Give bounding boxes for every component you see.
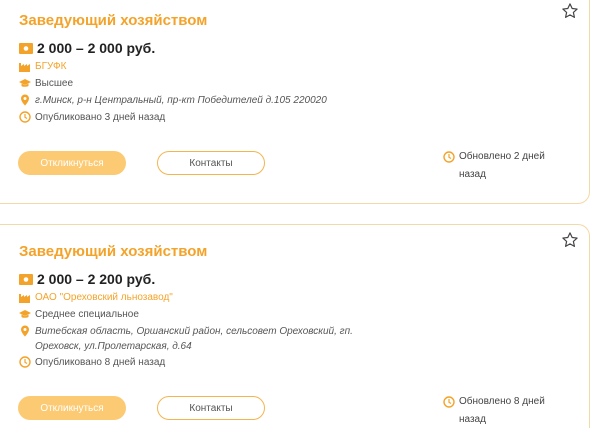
education-row: Высшее xyxy=(19,76,73,91)
updated-time: Обновлено 8 дней назад xyxy=(459,396,545,425)
respond-button[interactable]: Откликнуться xyxy=(18,396,126,420)
employer-link[interactable]: ОАО "Ореховский льнозавод" xyxy=(35,290,173,305)
address: г.Минск, р-н Центральный, пр-кт Победите… xyxy=(35,95,327,106)
money-icon xyxy=(19,273,33,285)
star-icon[interactable] xyxy=(561,2,579,20)
star-icon[interactable] xyxy=(561,231,579,249)
education-row: Среднее специальное xyxy=(19,307,139,322)
updated-time: Обновлено 2 дней назад xyxy=(459,151,545,180)
published-time: Опубликовано 3 дней назад xyxy=(35,112,166,123)
education: Среднее специальное xyxy=(35,309,139,320)
employer-row: БГУФК xyxy=(19,59,66,74)
graduation-cap-icon xyxy=(19,310,31,318)
vacancy-title[interactable]: Заведующий хозяйством xyxy=(19,12,207,29)
updated-info: Обновлено 8 дней назад xyxy=(443,393,559,428)
salary-row: 2 000 – 2 200 руб. xyxy=(19,271,155,287)
address: Витебская область, Оршанский район, сель… xyxy=(35,326,353,352)
factory-icon xyxy=(19,63,30,72)
employer-link[interactable]: БГУФК xyxy=(35,59,66,74)
clock-icon xyxy=(443,396,455,408)
vacancy-card: Заведующий хозяйством 2 000 – 2 000 руб.… xyxy=(0,0,590,204)
updated-info: Обновлено 2 дней назад xyxy=(443,148,559,184)
clock-icon xyxy=(19,111,31,123)
contacts-button[interactable]: Контакты xyxy=(157,396,265,420)
location-pin-icon xyxy=(21,94,29,106)
salary-row: 2 000 – 2 000 руб. xyxy=(19,40,155,56)
salary: 2 000 – 2 200 руб. xyxy=(37,271,156,287)
address-row: Витебская область, Оршанский район, сель… xyxy=(19,324,375,354)
published-time: Опубликовано 8 дней назад xyxy=(35,357,166,368)
vacancy-card: Заведующий хозяйством 2 000 – 2 200 руб.… xyxy=(0,224,590,428)
published-row: Опубликовано 3 дней назад xyxy=(19,110,165,125)
published-row: Опубликовано 8 дней назад xyxy=(19,355,165,370)
vacancy-title[interactable]: Заведующий хозяйством xyxy=(19,243,207,260)
salary: 2 000 – 2 000 руб. xyxy=(37,40,156,56)
contacts-button[interactable]: Контакты xyxy=(157,151,265,175)
clock-icon xyxy=(19,356,31,368)
employer-row: ОАО "Ореховский льнозавод" xyxy=(19,290,173,305)
respond-button[interactable]: Откликнуться xyxy=(18,151,126,175)
factory-icon xyxy=(19,294,30,303)
money-icon xyxy=(19,42,33,54)
address-row: г.Минск, р-н Центральный, пр-кт Победите… xyxy=(19,93,327,108)
education: Высшее xyxy=(35,78,74,89)
clock-icon xyxy=(443,151,455,163)
location-pin-icon xyxy=(21,325,29,337)
graduation-cap-icon xyxy=(19,79,31,87)
